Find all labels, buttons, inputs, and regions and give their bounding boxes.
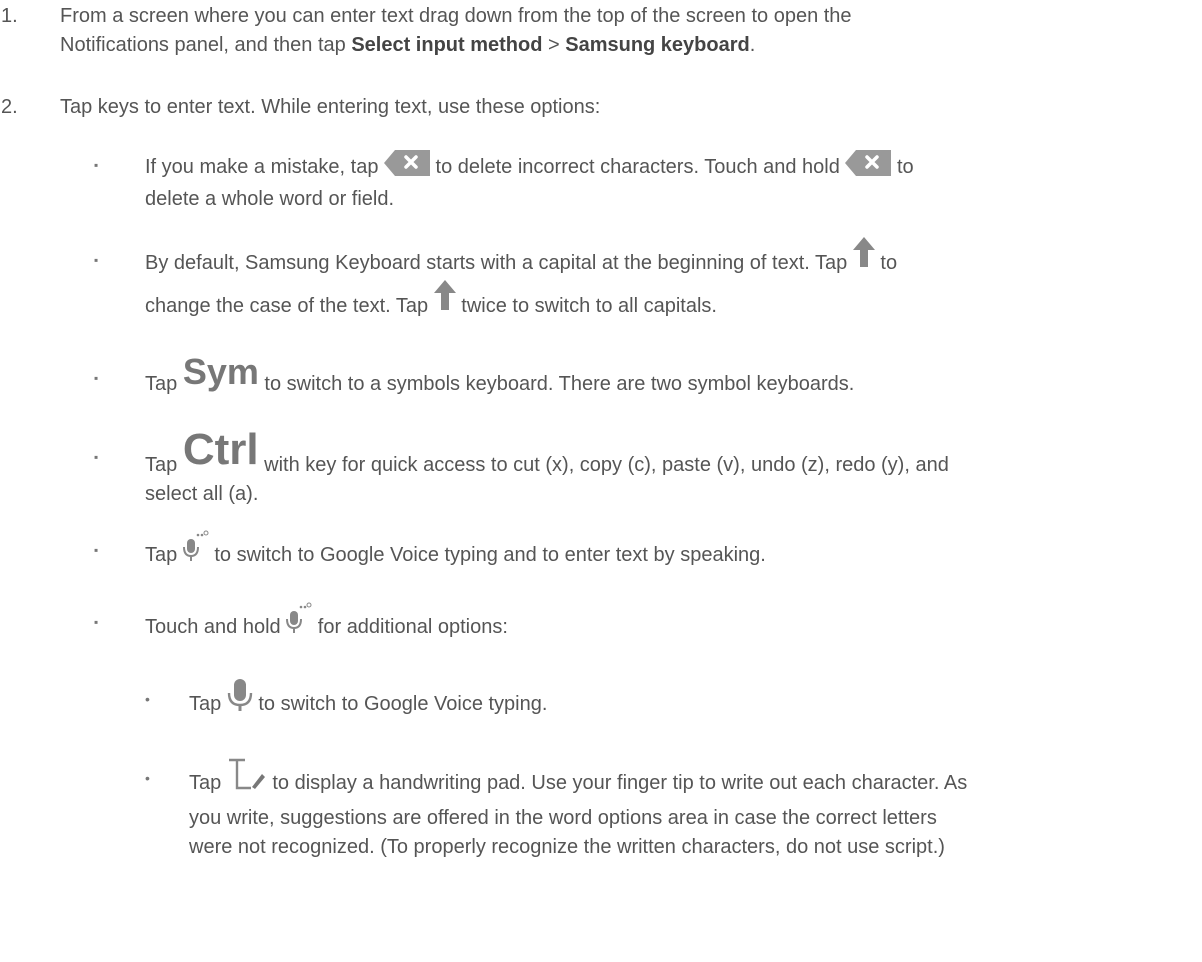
bullet: ▪ — [94, 158, 99, 172]
text-segment: Tap — [145, 543, 183, 566]
shift-arrow-icon — [852, 237, 875, 280]
step-text-segment: Notifications panel, and then tap — [60, 34, 352, 56]
backspace-key-icon — [845, 150, 892, 185]
sub-option-line: Tap to display a handwriting pad. Use yo… — [189, 758, 1159, 804]
text-segment: By default, Samsung Keyboard starts with… — [145, 251, 853, 274]
option-text: If you make a mistake, tap to delete inc… — [145, 150, 1155, 214]
text-segment: Tap — [145, 373, 183, 395]
sub-option-text: Tap to switch to Google Voice typing. — [189, 679, 1159, 725]
bullet: ▪ — [94, 450, 99, 464]
select-input-method-label: Select input method — [351, 34, 543, 56]
samsung-keyboard-label: Samsung keyboard — [565, 34, 750, 56]
text-segment: Tap — [189, 771, 227, 794]
step-number: 2. — [1, 96, 18, 118]
sub-option-text: Tap to display a handwriting pad. Use yo… — [189, 758, 1159, 862]
text-segment: to — [874, 251, 898, 274]
text-segment: Tap — [189, 692, 227, 715]
microphone-icon — [227, 679, 253, 720]
text-segment: twice to switch to all capitals. — [455, 294, 717, 317]
text-segment: to delete incorrect characters. Touch an… — [430, 155, 846, 178]
sub-option-line: you write, suggestions are offered in th… — [189, 807, 937, 829]
sym-key-icon: Sym — [182, 351, 259, 392]
step-line: Notifications panel, and then tap Select… — [60, 31, 1150, 60]
bullet: ▪ — [94, 371, 99, 385]
option-line: By default, Samsung Keyboard starts with… — [145, 237, 1155, 285]
text-segment: to switch to Google Voice typing. — [252, 692, 548, 715]
option-text: Tap to switch to Google Voice typing and… — [145, 530, 1155, 576]
option-line: delete a whole word or field. — [145, 188, 395, 210]
step-line: From a screen where you can enter text d… — [60, 5, 852, 27]
option-text: Tap Sym to switch to a symbols keyboard.… — [145, 354, 1155, 399]
bullet: ▪ — [94, 543, 99, 557]
bullet: ▪ — [94, 615, 99, 629]
text-segment: Tap — [145, 454, 183, 476]
dot: • — [145, 770, 150, 786]
option-line: change the case of the text. Tap twice t… — [145, 280, 1155, 328]
text-segment: Touch and hold — [145, 615, 287, 638]
ctrl-key-icon: Ctrl — [182, 425, 259, 474]
text-segment: to display a handwriting pad. Use your f… — [266, 771, 968, 794]
dot: • — [145, 691, 150, 707]
text-segment: with key for quick access to cut (x), co… — [258, 454, 949, 476]
option-text: Tap Ctrl with key for quick access to cu… — [145, 428, 1155, 509]
text-segment: to switch to a symbols keyboard. There a… — [258, 373, 855, 395]
text-segment: for additional options: — [312, 615, 508, 638]
step-text: Tap keys to enter text. While entering t… — [60, 96, 601, 118]
option-line: select all (a). — [145, 483, 259, 505]
backspace-key-icon — [384, 150, 430, 185]
option-line: Tap Ctrl with key for quick access to cu… — [145, 428, 1155, 480]
text-segment: to switch to Google Voice typing and to … — [208, 543, 766, 566]
handwriting-icon — [227, 758, 267, 799]
text-segment: If you make a mistake, tap — [145, 155, 384, 178]
text-segment: change the case of the text. Tap — [145, 294, 434, 317]
option-line: If you make a mistake, tap to delete inc… — [145, 150, 1155, 185]
text-segment: to — [891, 155, 914, 178]
step-text-segment: . — [749, 34, 756, 56]
option-text: By default, Samsung Keyboard starts with… — [145, 237, 1155, 328]
bullet: ▪ — [94, 253, 99, 267]
step-number: 1. — [1, 5, 18, 27]
sub-option-line: were not recognized. (To properly recogn… — [189, 836, 945, 858]
option-text: Touch and hold for additional options: — [145, 602, 1155, 648]
shift-arrow-icon — [433, 280, 456, 323]
separator: > — [542, 34, 566, 56]
microphone-dots-icon — [182, 529, 209, 570]
microphone-dots-icon — [286, 601, 312, 642]
step-text: From a screen where you can enter text d… — [60, 2, 1150, 60]
